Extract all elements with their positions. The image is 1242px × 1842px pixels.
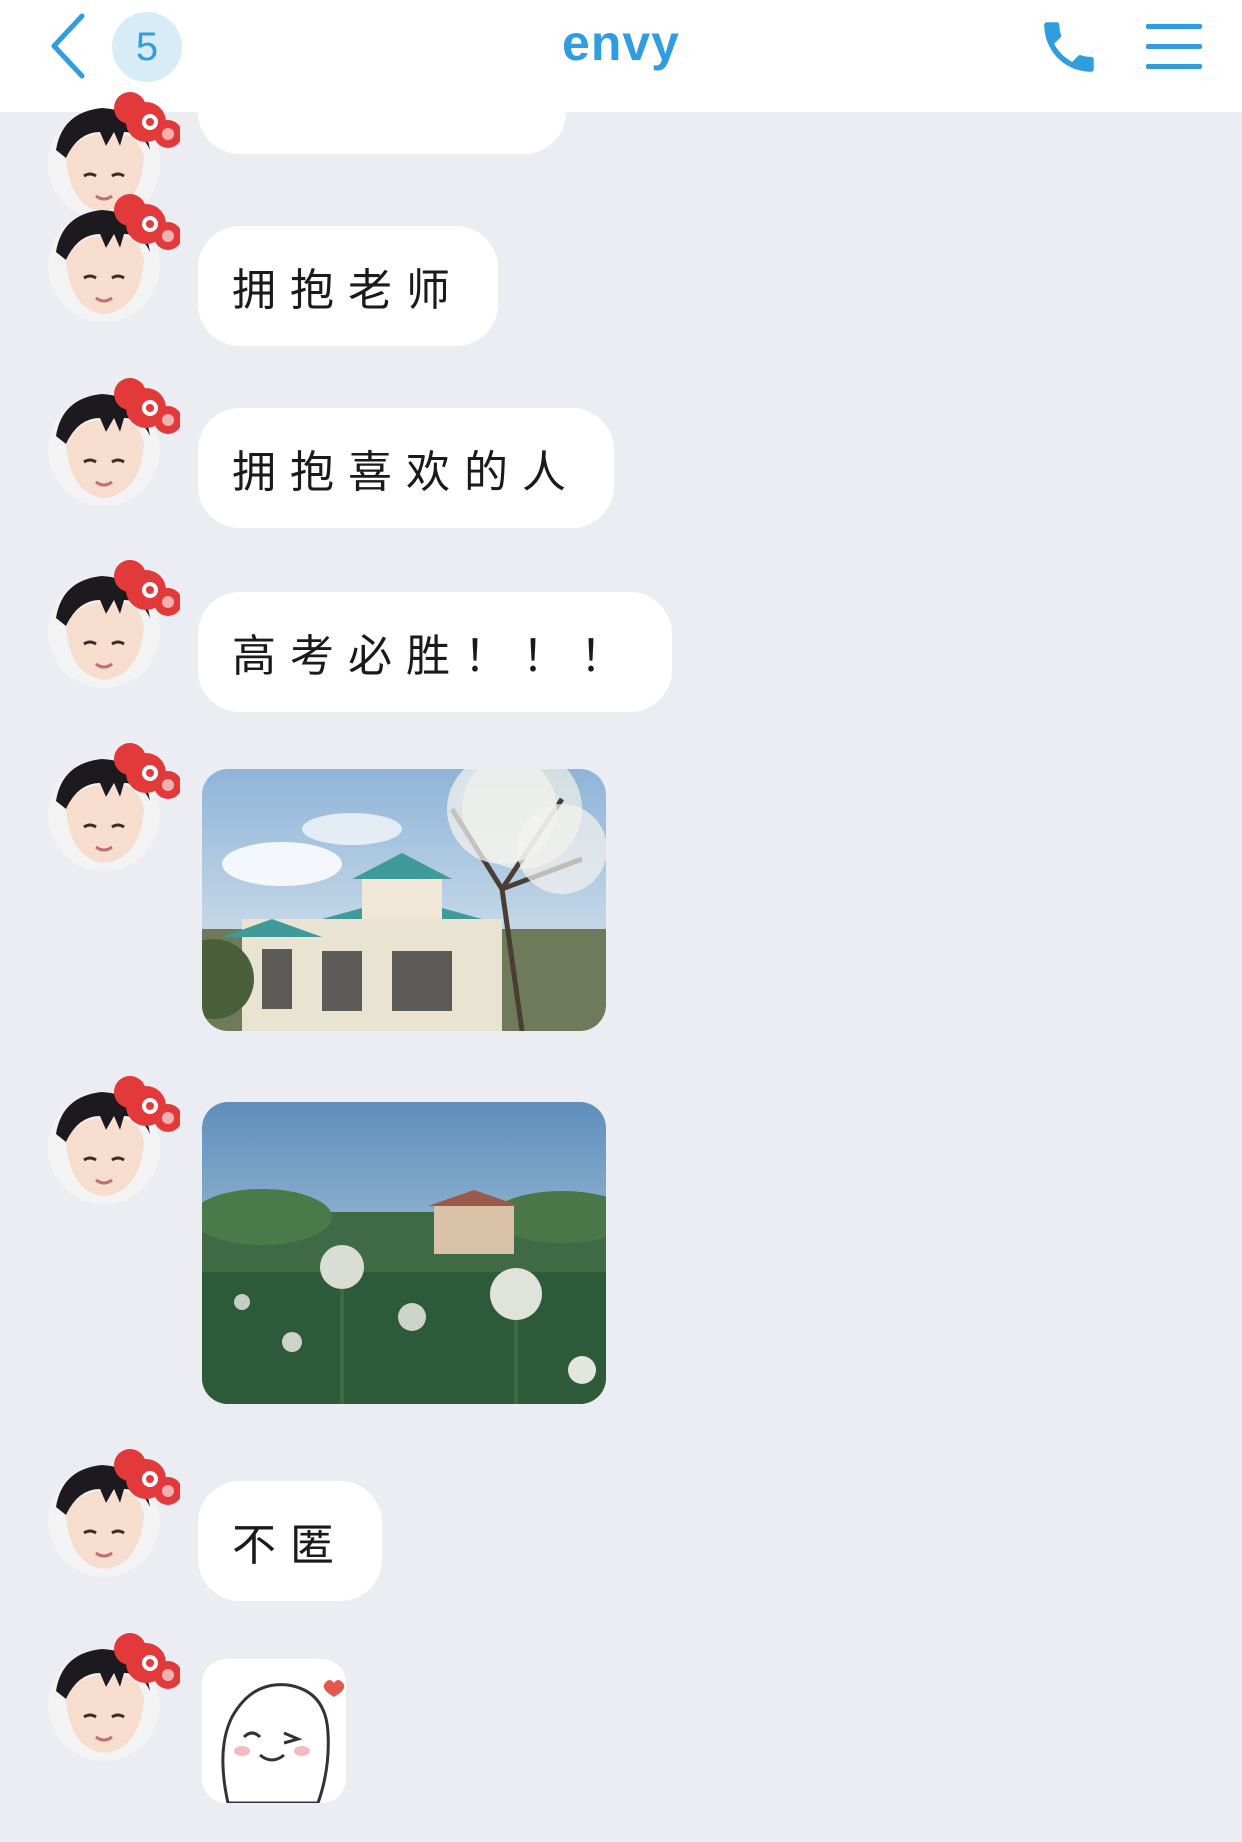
text-bubble[interactable]: 高考必胜！！！ — [198, 592, 672, 712]
image-message-building[interactable] — [202, 769, 606, 1031]
text-bubble[interactable]: 拥抱喜欢的人 — [198, 408, 614, 528]
text-bubble[interactable]: 不匿 — [198, 1481, 382, 1601]
sender-avatar[interactable] — [44, 190, 180, 326]
sticker-message[interactable] — [202, 1659, 346, 1803]
sender-avatar[interactable] — [44, 1629, 180, 1765]
sender-avatar[interactable] — [44, 1072, 180, 1208]
image-message-clover-field[interactable] — [202, 1102, 606, 1404]
message-list[interactable]: 拥抱老师 拥抱喜欢的人 高考必胜！！！ 不匿 — [0, 20, 1242, 1842]
text-bubble[interactable]: 拥抱老师 — [198, 226, 498, 346]
phone-icon[interactable] — [1036, 14, 1102, 80]
sender-avatar[interactable] — [44, 739, 180, 875]
text-bubble[interactable] — [198, 20, 566, 154]
sender-avatar[interactable] — [44, 1445, 180, 1581]
chat-header: 5 envy — [0, 0, 1242, 112]
sender-avatar[interactable] — [44, 374, 180, 510]
hamburger-menu-icon[interactable] — [1146, 20, 1202, 72]
smiling-blob-sticker-icon — [221, 1680, 345, 1803]
sender-avatar[interactable] — [44, 556, 180, 692]
